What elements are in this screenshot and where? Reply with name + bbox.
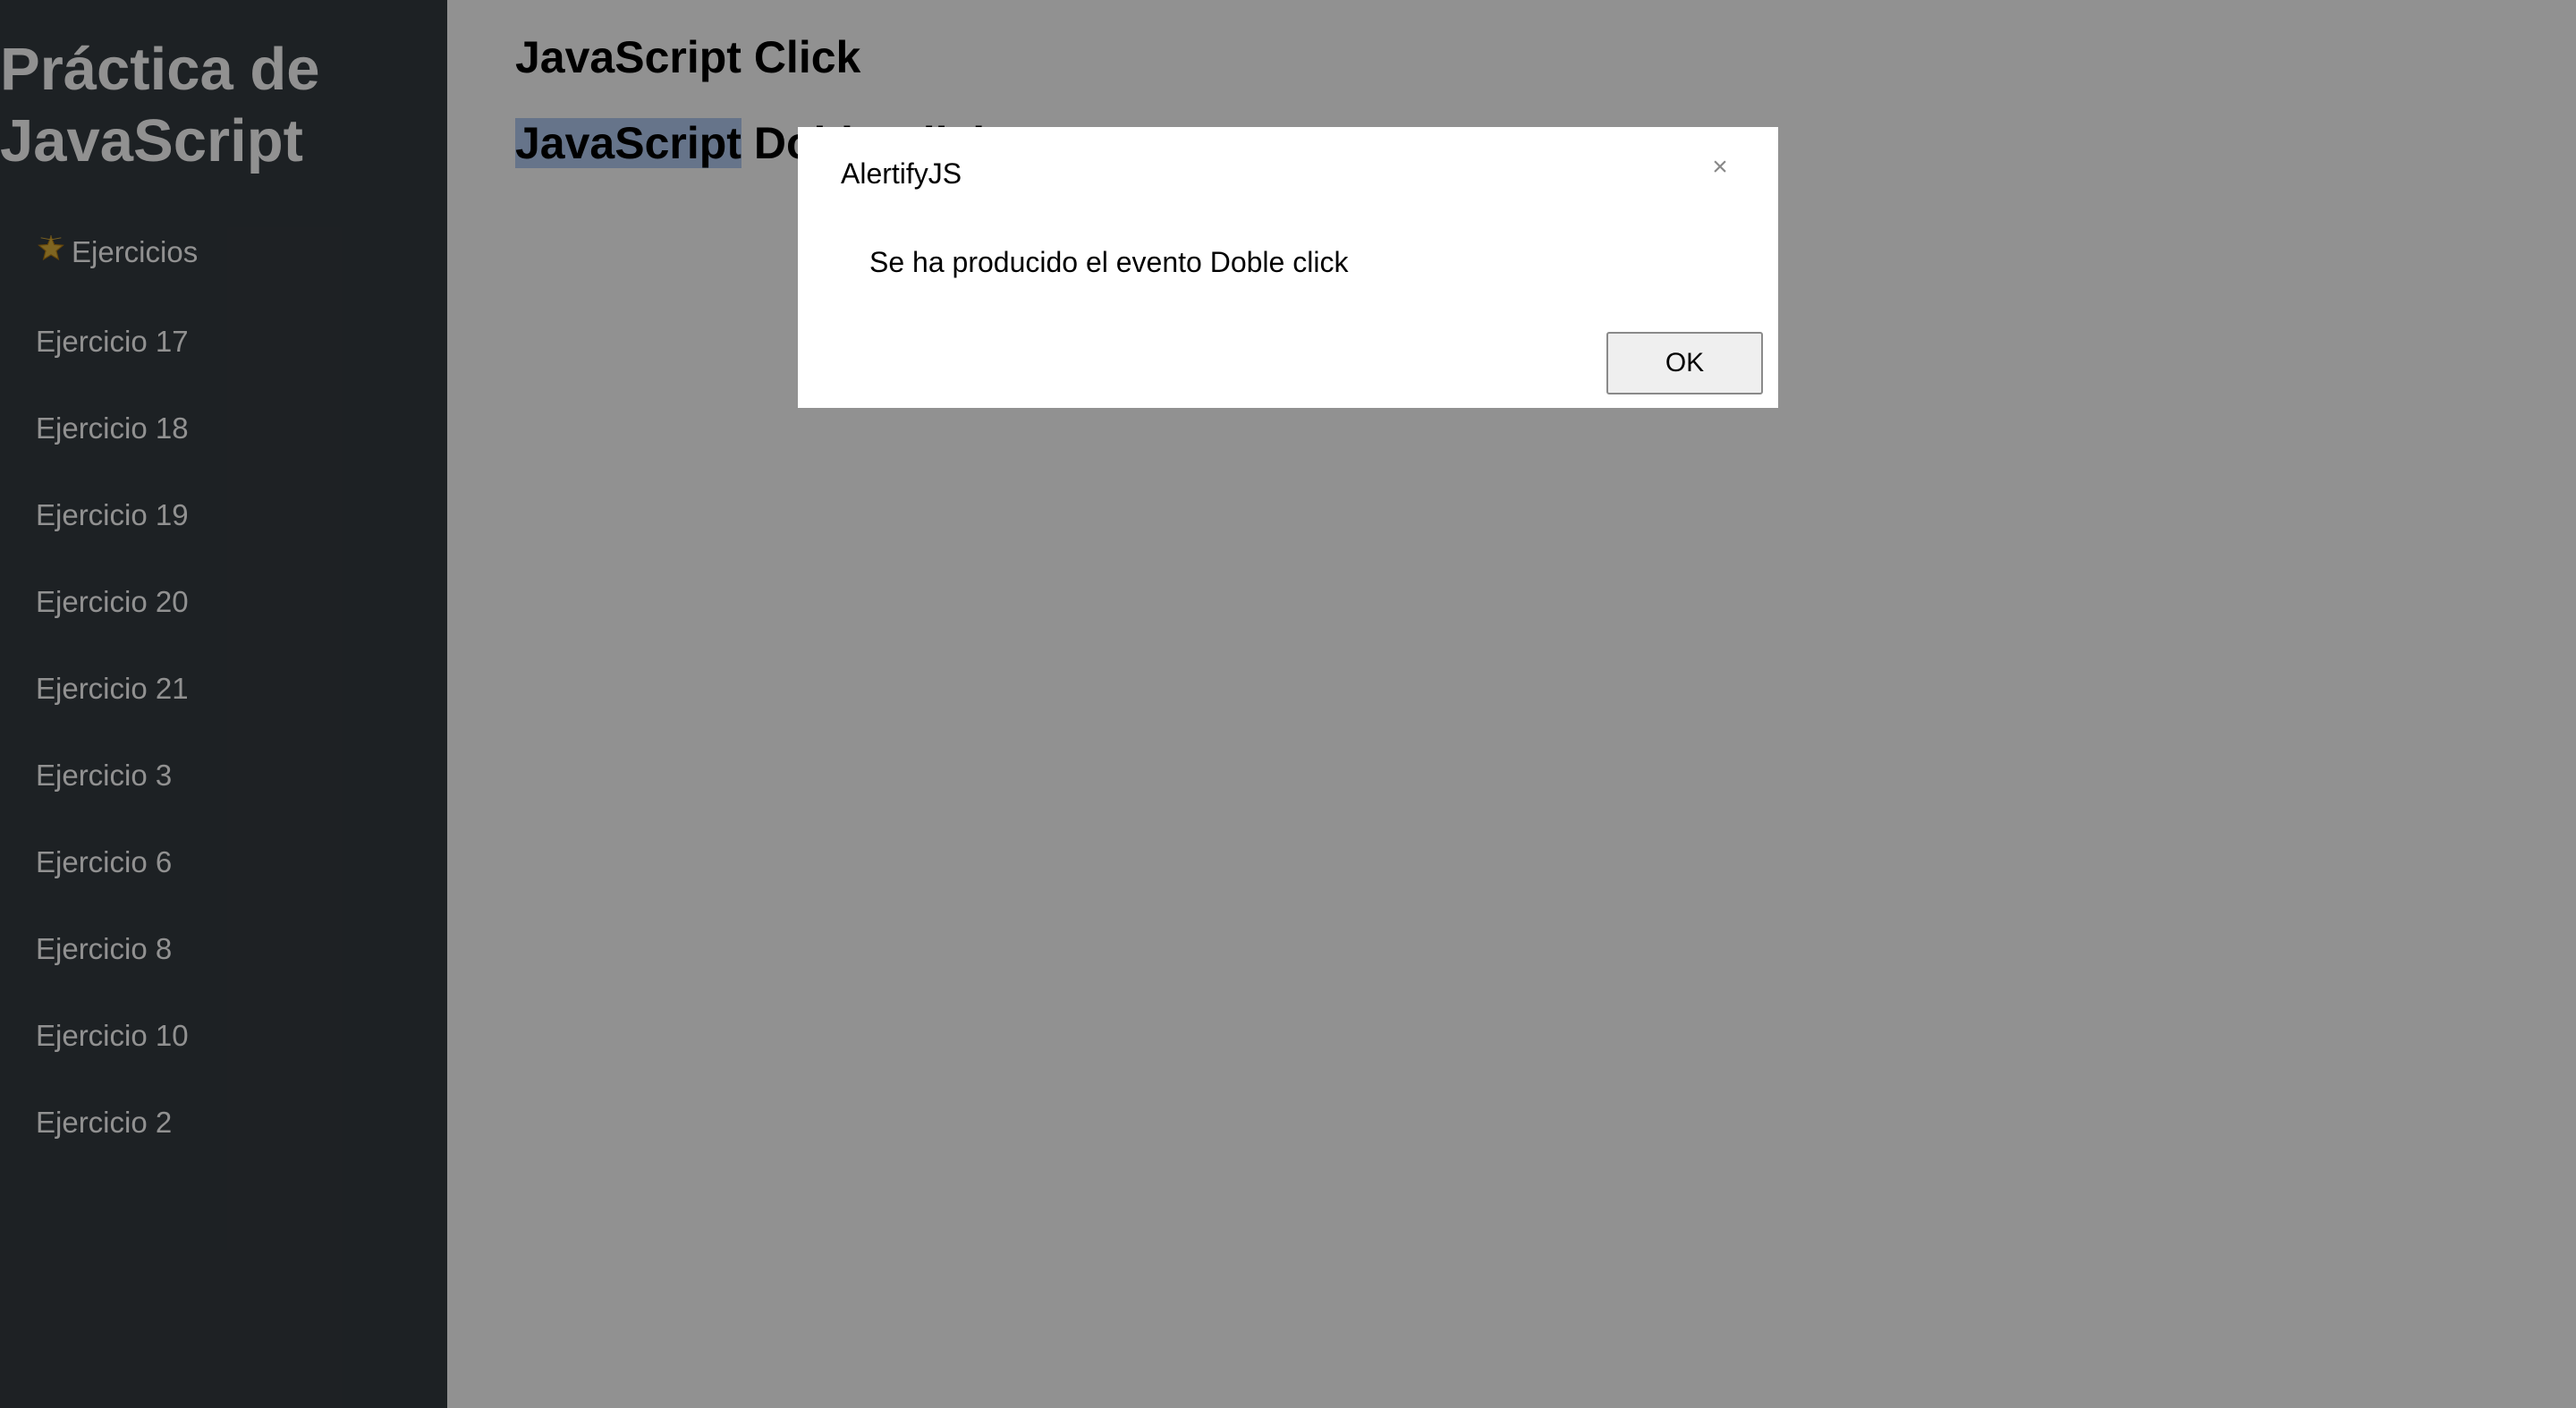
ok-button[interactable]: OK <box>1606 332 1763 394</box>
dialog-message: Se ha producido el evento Doble click <box>869 246 1349 278</box>
alert-dialog: AlertifyJS × Se ha producido el evento D… <box>798 127 1778 408</box>
dialog-title: AlertifyJS <box>841 157 962 190</box>
close-icon[interactable]: × <box>1707 154 1733 181</box>
